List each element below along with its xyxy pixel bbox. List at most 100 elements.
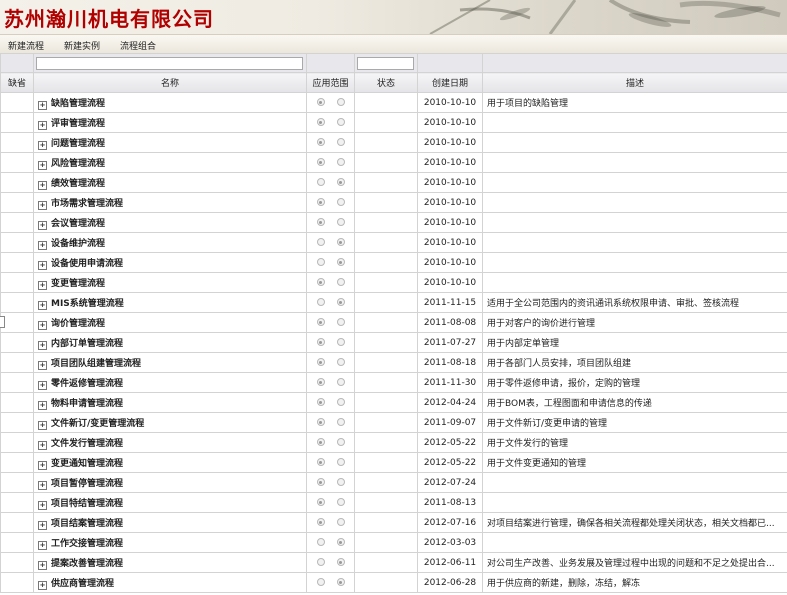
scope-radio-b[interactable] <box>336 378 345 386</box>
table-row[interactable]: + 项目团队组建管理流程 2011-08-18 用于各部门人员安排，项目团队组建 <box>0 352 787 373</box>
process-name[interactable]: 工作交接管理流程 <box>51 539 123 549</box>
name-cell[interactable]: + 项目暂停管理流程 <box>33 472 307 493</box>
process-name[interactable]: 内部订单管理流程 <box>51 339 123 349</box>
process-name[interactable]: 会议管理流程 <box>51 219 105 229</box>
name-cell[interactable]: + 设备维护流程 <box>33 232 307 253</box>
process-name[interactable]: 询价管理流程 <box>51 319 105 329</box>
process-name[interactable]: 项目结案管理流程 <box>51 519 123 529</box>
scope-radio-b[interactable] <box>336 278 345 286</box>
name-cell[interactable]: + 风险管理流程 <box>33 152 307 173</box>
scope-radio-a[interactable] <box>316 98 325 106</box>
process-name[interactable]: 绩效管理流程 <box>51 179 105 189</box>
scope-radio-a[interactable] <box>316 518 325 526</box>
name-cell[interactable]: + 提案改善管理流程 <box>33 552 307 573</box>
expand-icon[interactable]: + <box>38 101 47 110</box>
scope-radio-a[interactable] <box>316 578 325 586</box>
table-row[interactable]: + 零件返修管理流程 2011-11-30 用于零件返修申请，报价，定购的管理 <box>0 372 787 393</box>
scope-radio-b[interactable] <box>336 178 345 186</box>
expand-icon[interactable]: + <box>38 181 47 190</box>
table-row[interactable]: + 设备维护流程 2010-10-10 <box>0 232 787 253</box>
expand-icon[interactable]: + <box>38 441 47 450</box>
scope-radio-a[interactable] <box>316 178 325 186</box>
expand-icon[interactable]: + <box>38 401 47 410</box>
table-row[interactable]: + 文件发行管理流程 2012-05-22 用于文件发行的管理 <box>0 432 787 453</box>
expand-icon[interactable]: + <box>38 241 47 250</box>
table-row[interactable]: + 文件新订/变更管理流程 2011-09-07 用于文件新订/变更申请的管理 <box>0 412 787 433</box>
table-row[interactable]: + 变更通知管理流程 2012-05-22 用于文件变更通知的管理 <box>0 452 787 473</box>
expand-icon[interactable]: + <box>38 521 47 530</box>
process-name[interactable]: 变更通知管理流程 <box>51 459 123 469</box>
scope-radio-b[interactable] <box>336 238 345 246</box>
scope-radio-a[interactable] <box>316 298 325 306</box>
table-row[interactable]: + 市场需求管理流程 2010-10-10 <box>0 192 787 213</box>
table-row[interactable]: + 询价管理流程 2011-08-08 用于对客户的询价进行管理 <box>0 312 787 333</box>
name-cell[interactable]: + 文件新订/变更管理流程 <box>33 412 307 433</box>
scope-radio-b[interactable] <box>336 558 345 566</box>
scope-radio-a[interactable] <box>316 558 325 566</box>
expand-icon[interactable]: + <box>38 201 47 210</box>
process-name[interactable]: 问题管理流程 <box>51 139 105 149</box>
name-cell[interactable]: + 文件发行管理流程 <box>33 432 307 453</box>
scope-radio-a[interactable] <box>316 338 325 346</box>
expand-icon[interactable]: + <box>38 561 47 570</box>
expand-icon[interactable]: + <box>38 361 47 370</box>
scope-radio-a[interactable] <box>316 218 325 226</box>
col-header-status[interactable]: 状态 <box>354 72 418 93</box>
table-row[interactable]: + 评审管理流程 2010-10-10 <box>0 112 787 133</box>
expand-icon[interactable]: + <box>38 221 47 230</box>
name-cell[interactable]: + 评审管理流程 <box>33 112 307 133</box>
scope-radio-a[interactable] <box>316 378 325 386</box>
scope-radio-b[interactable] <box>336 578 345 586</box>
expand-icon[interactable]: + <box>38 541 47 550</box>
scope-radio-a[interactable] <box>316 438 325 446</box>
scope-radio-b[interactable] <box>336 118 345 126</box>
scope-radio-a[interactable] <box>316 458 325 466</box>
process-name[interactable]: 设备使用申请流程 <box>51 259 123 269</box>
name-cell[interactable]: + 项目结案管理流程 <box>33 512 307 533</box>
name-filter-input[interactable] <box>36 56 303 70</box>
table-row[interactable]: + 工作交接管理流程 2012-03-03 <box>0 532 787 553</box>
name-cell[interactable]: + 工作交接管理流程 <box>33 532 307 553</box>
table-row[interactable]: + 问题管理流程 2010-10-10 <box>0 132 787 153</box>
name-cell[interactable]: + 缺陷管理流程 <box>33 92 307 113</box>
table-row[interactable]: + 会议管理流程 2010-10-10 <box>0 212 787 233</box>
status-filter-input[interactable] <box>357 56 414 70</box>
expand-icon[interactable]: + <box>38 301 47 310</box>
expand-icon[interactable]: + <box>38 121 47 130</box>
scope-radio-a[interactable] <box>316 478 325 486</box>
collapse-handle[interactable] <box>0 316 5 328</box>
process-name[interactable]: 提案改善管理流程 <box>51 559 123 569</box>
col-header-created[interactable]: 创建日期 <box>417 72 483 93</box>
name-cell[interactable]: + 设备使用申请流程 <box>33 252 307 273</box>
table-row[interactable]: + 项目结案管理流程 2012-07-16 对项目结案进行管理，确保各相关流程都处理关… <box>0 512 787 533</box>
name-cell[interactable]: + 变更通知管理流程 <box>33 452 307 473</box>
expand-icon[interactable]: + <box>38 161 47 170</box>
expand-icon[interactable]: + <box>38 341 47 350</box>
scope-radio-b[interactable] <box>336 138 345 146</box>
process-name[interactable]: 缺陷管理流程 <box>51 99 105 109</box>
process-name[interactable]: 风险管理流程 <box>51 159 105 169</box>
scope-radio-a[interactable] <box>316 418 325 426</box>
process-name[interactable]: 文件发行管理流程 <box>51 439 123 449</box>
table-row[interactable]: + 缺陷管理流程 2010-10-10 用于项目的缺陷管理 <box>0 92 787 113</box>
scope-radio-a[interactable] <box>316 258 325 266</box>
scope-radio-b[interactable] <box>336 258 345 266</box>
scope-radio-a[interactable] <box>316 118 325 126</box>
scope-radio-b[interactable] <box>336 358 345 366</box>
process-name[interactable]: 供应商管理流程 <box>51 579 114 589</box>
expand-icon[interactable]: + <box>38 381 47 390</box>
scope-radio-a[interactable] <box>316 318 325 326</box>
expand-icon[interactable]: + <box>38 321 47 330</box>
name-cell[interactable]: + 项目团队组建管理流程 <box>33 352 307 373</box>
name-cell[interactable]: + 项目特结管理流程 <box>33 492 307 513</box>
name-cell[interactable]: + 问题管理流程 <box>33 132 307 153</box>
process-name[interactable]: 评审管理流程 <box>51 119 105 129</box>
name-cell[interactable]: + 物料申请管理流程 <box>33 392 307 413</box>
name-cell[interactable]: + 变更管理流程 <box>33 272 307 293</box>
process-name[interactable]: 零件返修管理流程 <box>51 379 123 389</box>
scope-radio-b[interactable] <box>336 538 345 546</box>
expand-icon[interactable]: + <box>38 501 47 510</box>
name-cell[interactable]: + 询价管理流程 <box>33 312 307 333</box>
expand-icon[interactable]: + <box>38 481 47 490</box>
table-row[interactable]: + 设备使用申请流程 2010-10-10 <box>0 252 787 273</box>
